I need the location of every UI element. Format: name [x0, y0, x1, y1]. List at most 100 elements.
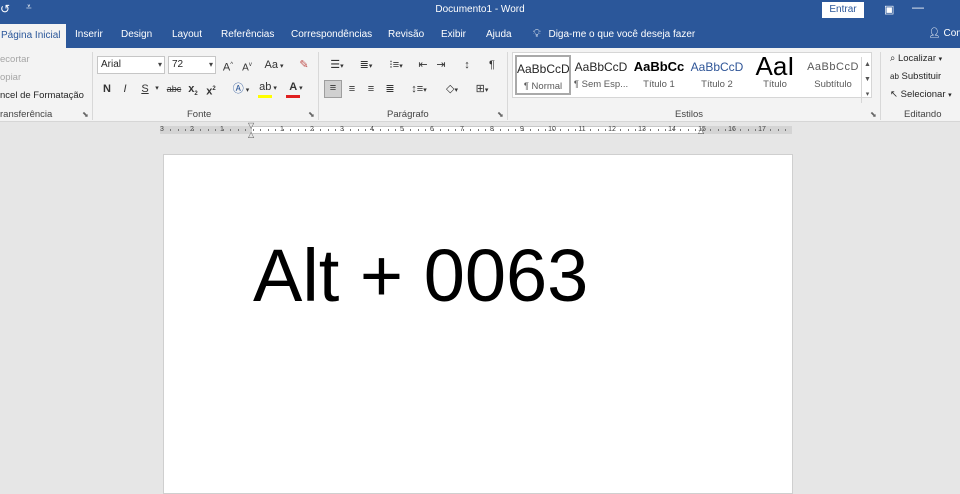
style-no-spacing[interactable]: AaBbCcD ¶ Sem Esp...	[573, 55, 629, 95]
styles-launcher-icon[interactable]: ⬊	[870, 110, 877, 119]
align-right-icon[interactable]: ≡	[364, 82, 378, 96]
tab-layout[interactable]: Layout	[172, 29, 202, 40]
first-line-indent-marker[interactable]: ▽	[248, 121, 254, 130]
numbering-button[interactable]: ≣▾	[355, 58, 377, 74]
subscript-button[interactable]: x2	[187, 82, 199, 101]
tab-ajuda[interactable]: Ajuda	[486, 29, 512, 40]
ruler-tick	[605, 129, 606, 131]
more-styles-icon[interactable]: ▾	[862, 87, 873, 102]
document-text[interactable]: Alt + 0063	[253, 234, 588, 318]
horizontal-ruler[interactable]: 3211234567891011121314151617 ▽ △ △	[160, 121, 792, 139]
font-launcher-icon[interactable]: ⬊	[308, 110, 315, 119]
style-heading-2[interactable]: AaBbCcD Título 2	[689, 55, 745, 95]
ruler-tick	[342, 129, 344, 131]
replace-icon: ab	[890, 72, 899, 81]
cut-button[interactable]: ecortar	[0, 54, 30, 65]
line-spacing-icon: ↕≡	[411, 83, 424, 95]
style-normal[interactable]: AaBbCcD ¶ Normal	[515, 55, 571, 95]
right-indent-marker[interactable]: △	[698, 126, 704, 135]
font-size-value: 72	[172, 59, 184, 70]
scroll-up-icon[interactable]: ▲	[862, 57, 873, 72]
tab-inserir[interactable]: Inserir	[75, 29, 103, 40]
ribbon: ecortar opiar ncel de Formatação ransfer…	[0, 48, 960, 122]
clear-formatting-icon[interactable]: ✎	[296, 58, 312, 72]
decrease-indent-icon[interactable]: ⇤	[416, 58, 430, 72]
ruler-tick	[747, 129, 749, 131]
hanging-indent-marker[interactable]: △	[248, 130, 254, 139]
select-label: Selecionar	[900, 89, 946, 100]
separator	[507, 52, 508, 120]
ruler-tick	[207, 129, 209, 131]
bullets-button[interactable]: ☰▾	[326, 58, 348, 74]
font-name-select[interactable]: Arial ▾	[97, 56, 165, 74]
clipboard-launcher-icon[interactable]: ⬊	[82, 110, 89, 119]
ruler-tick	[627, 129, 629, 131]
show-formatting-icon[interactable]: ¶	[486, 58, 498, 72]
find-button[interactable]: ⌕ Localizar ▾	[890, 53, 942, 64]
style-heading-1[interactable]: AaBbCc Título 1	[631, 55, 687, 95]
tab-correspondencias[interactable]: Correspondências	[291, 29, 372, 40]
strikethrough-button[interactable]: abc	[165, 82, 183, 96]
format-painter-button[interactable]: ncel de Formatação	[0, 90, 84, 101]
text-effects-button[interactable]: Ⓐ ▾	[230, 82, 252, 98]
styles-scroll[interactable]: ▲ ▼ ▾	[861, 57, 873, 103]
ruler-tick	[417, 129, 419, 131]
search-icon: ⌕	[890, 53, 896, 64]
select-button[interactable]: ↖ Selecionar ▾	[890, 89, 952, 100]
tab-referencias[interactable]: Referências	[221, 29, 274, 40]
grow-font-button[interactable]: A^	[221, 58, 235, 75]
chevron-down-icon[interactable]: ▾	[153, 82, 161, 96]
ruler-tick	[320, 129, 321, 131]
separator	[92, 52, 93, 120]
chevron-down-icon: ▾	[208, 60, 213, 69]
ribbon-display-options-icon[interactable]: ▣	[884, 3, 894, 16]
ruler-tick	[222, 129, 224, 131]
borders-button[interactable]: ⊞▾	[470, 82, 494, 98]
paragraph-launcher-icon[interactable]: ⬊	[497, 110, 504, 119]
signin-button[interactable]: Entrar	[822, 2, 864, 18]
minimize-icon[interactable]: —	[912, 0, 924, 14]
scroll-down-icon[interactable]: ▼	[862, 72, 873, 87]
style-subtitle[interactable]: AaBbCcD Subtítulo	[805, 55, 861, 95]
ruler-tick	[672, 129, 674, 131]
ruler-tick	[177, 129, 179, 131]
document-page[interactable]: Alt + 0063	[163, 154, 793, 494]
font-size-select[interactable]: 72 ▾	[168, 56, 216, 74]
document-title: Documento1 - Word	[435, 4, 525, 15]
font-color-button[interactable]: A ▾	[284, 80, 308, 98]
ruler-tick	[440, 129, 441, 131]
italic-button[interactable]: I	[119, 82, 131, 96]
ruler-tick	[500, 129, 501, 131]
copy-button[interactable]: opiar	[0, 72, 21, 83]
multilevel-list-button[interactable]: ⁝≡▾	[384, 58, 408, 74]
line-spacing-button[interactable]: ↕≡▾	[408, 82, 430, 98]
ruler-tick	[192, 129, 194, 131]
bold-button[interactable]: N	[101, 82, 113, 96]
ruler-tick	[380, 129, 381, 131]
change-case-button[interactable]: Aa ▾	[262, 58, 286, 74]
superscript-button[interactable]: x2	[205, 82, 217, 99]
style-title[interactable]: AaI Título	[747, 55, 803, 95]
align-left-icon[interactable]: ≡	[324, 80, 342, 98]
shading-button[interactable]: ◇▾	[440, 82, 464, 98]
tab-pagina-inicial[interactable]: Página Inicial	[0, 24, 67, 48]
tab-revisao[interactable]: Revisão	[388, 29, 424, 40]
ruler-tick	[567, 129, 569, 131]
tab-design[interactable]: Design	[121, 29, 152, 40]
justify-icon[interactable]: ≣	[383, 82, 397, 96]
style-sample: AaBbCcD	[690, 60, 744, 74]
align-center-icon[interactable]: ≡	[345, 82, 359, 96]
font-group-label: Fonte	[187, 109, 212, 120]
shrink-font-button[interactable]: Av	[240, 58, 254, 75]
chevron-down-icon: ▾	[157, 60, 162, 69]
share-button[interactable]: 👤︎ Com	[928, 28, 960, 39]
replace-button[interactable]: ab Substituir	[890, 71, 941, 82]
increase-indent-icon[interactable]: ⇥	[434, 58, 448, 72]
highlight-color-swatch	[258, 95, 272, 98]
underline-button[interactable]: S	[138, 82, 152, 96]
tab-exibir[interactable]: Exibir	[441, 29, 466, 40]
tell-me-search[interactable]: 💡︎ Diga-me o que você deseja fazer	[533, 28, 695, 41]
style-sample: AaBbCcD	[517, 62, 569, 76]
highlight-color-button[interactable]: ab ▾	[256, 80, 280, 98]
sort-icon[interactable]: ↕	[460, 58, 474, 72]
